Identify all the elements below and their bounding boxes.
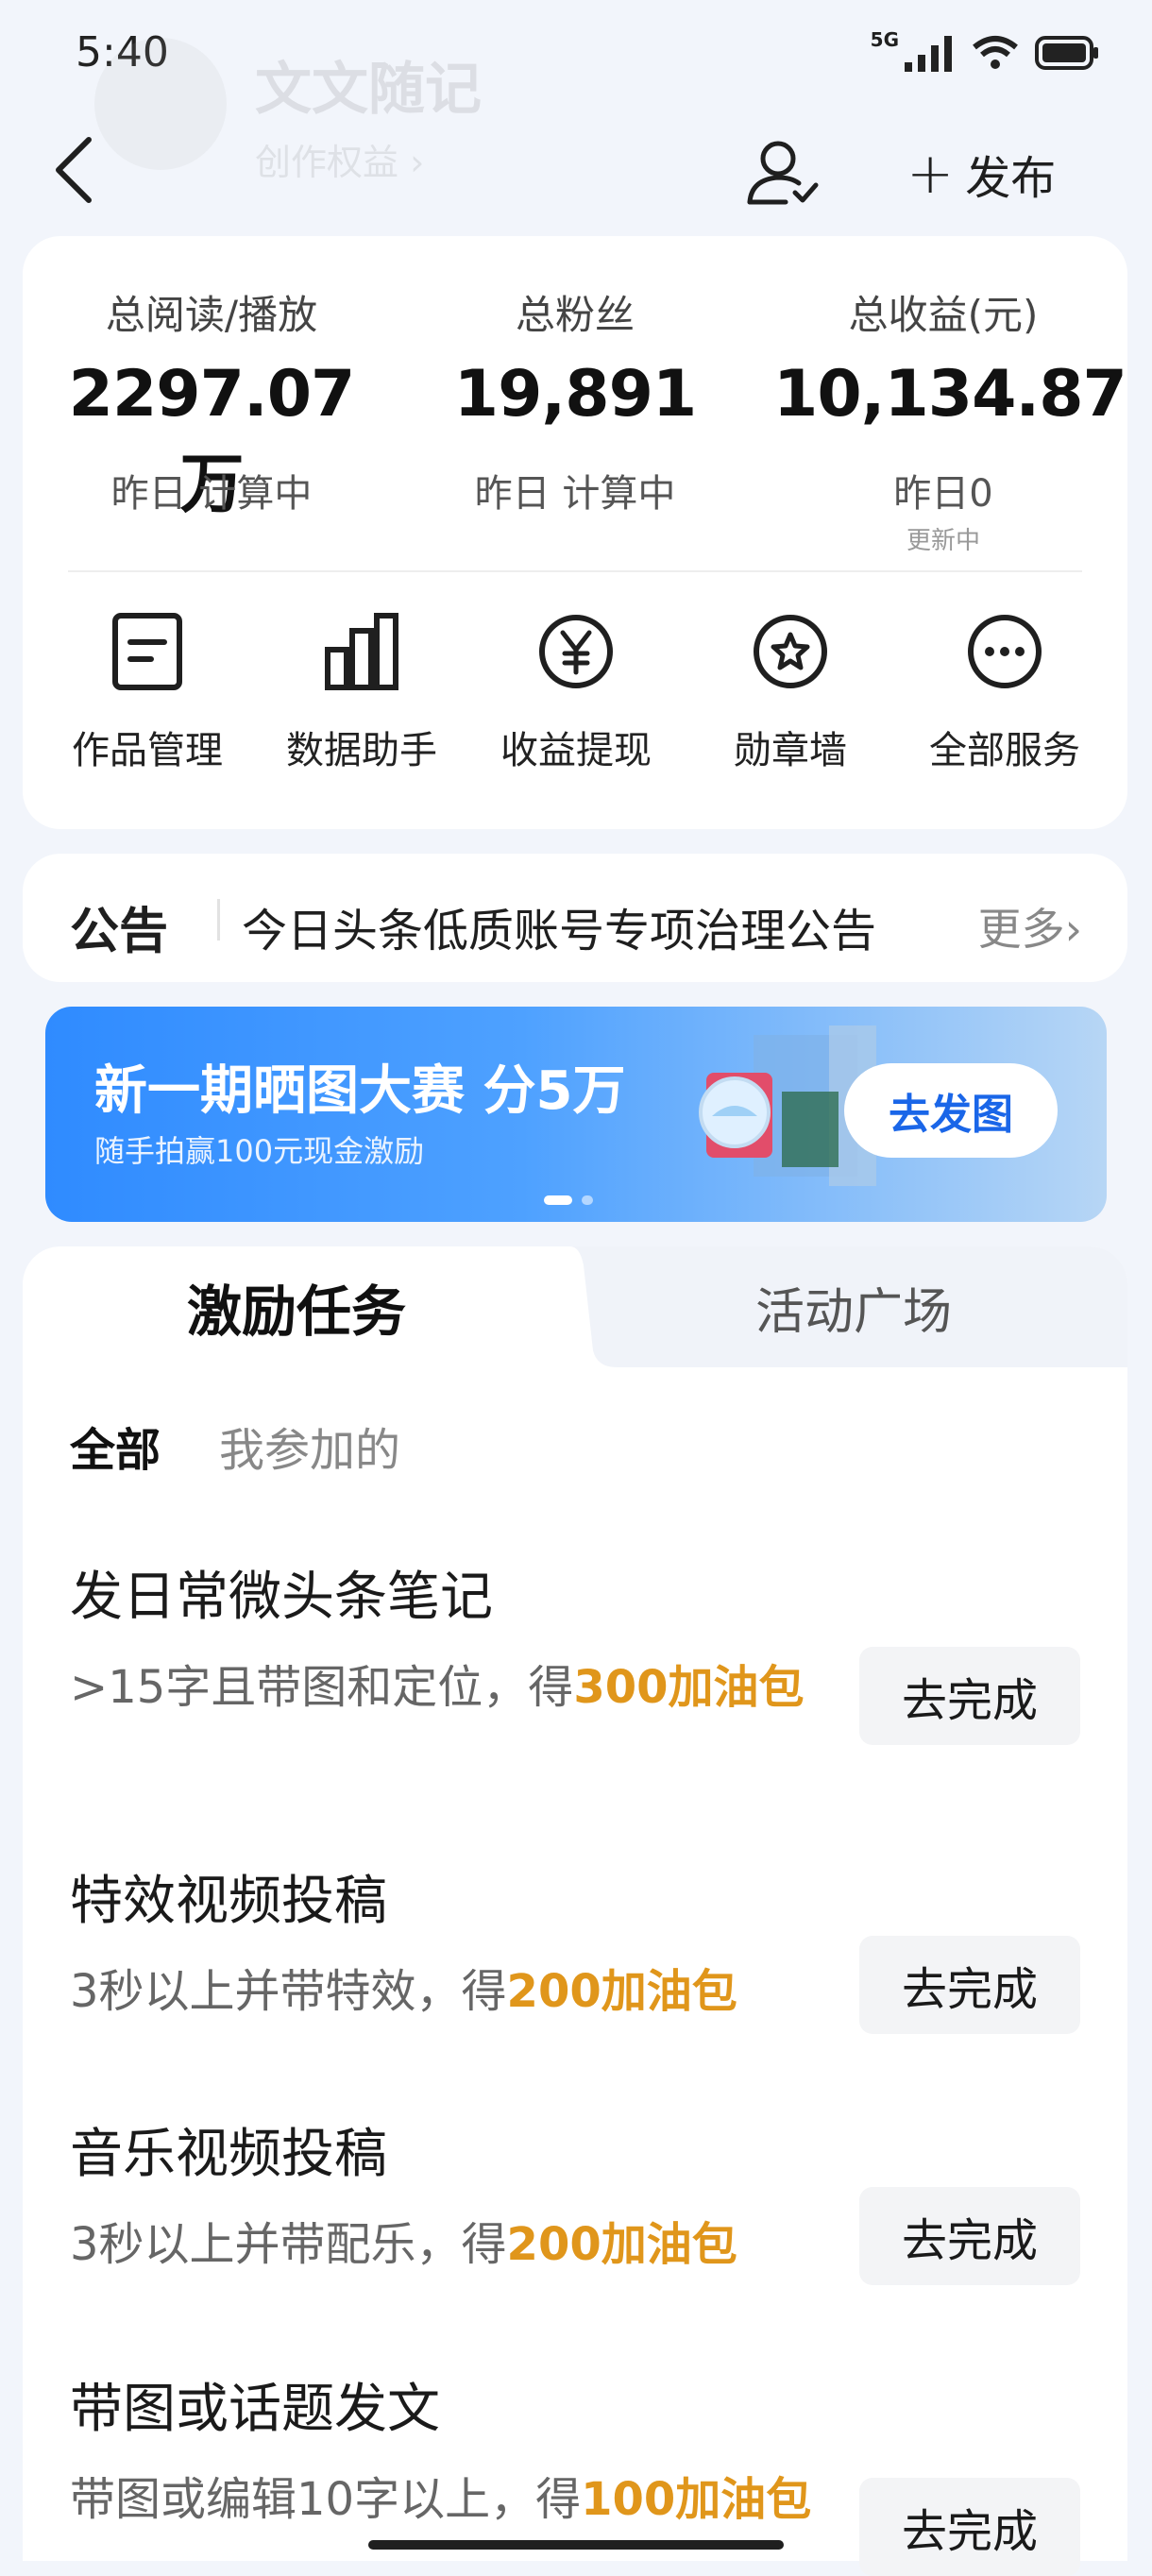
- stats-card: 总阅读/播放 2297.07万 昨日 计算中 总粉丝 19,891 昨日 计算中…: [23, 236, 1127, 829]
- service-label: 作品管理: [72, 729, 223, 772]
- service-label: 数据助手: [286, 729, 437, 772]
- plus-icon: +: [906, 141, 955, 207]
- wifi-icon: [973, 36, 1018, 69]
- banner-pagination: [544, 1195, 593, 1205]
- stat-sub: 昨日 计算中: [474, 472, 676, 516]
- profile-subtitle: 创作权益 ›: [255, 142, 425, 183]
- tab-incentive-tasks[interactable]: 激励任务: [23, 1246, 570, 1367]
- task-title: 发日常微头条笔记: [70, 1567, 493, 1628]
- task-complete-button[interactable]: 去完成: [859, 2478, 1080, 2576]
- bar-chart-icon: [325, 613, 398, 690]
- task-reward: 300加油包: [573, 1661, 805, 1714]
- publish-button[interactable]: + 发布: [906, 138, 1056, 210]
- network-label: 5G: [870, 28, 899, 51]
- task-filters: 全部 我参加的: [70, 1413, 400, 1479]
- notice-more-link[interactable]: 更多›: [978, 895, 1082, 958]
- service-label: 勋章墙: [734, 729, 847, 772]
- notice-bar[interactable]: 公告 今日头条低质账号专项治理公告 更多›: [23, 854, 1127, 982]
- profile-ghost: 文文随记 创作权益 ›: [94, 38, 482, 185]
- divider: [68, 570, 1082, 572]
- back-button[interactable]: [47, 132, 104, 208]
- publish-label: 发布: [965, 152, 1057, 205]
- task-complete-button[interactable]: 去完成: [859, 1647, 1080, 1745]
- banner-subtitle: 随手拍赢100元现金激励: [94, 1133, 425, 1169]
- filter-joined[interactable]: 我参加的: [219, 1413, 400, 1479]
- page-dot: [582, 1195, 593, 1205]
- task-title: 特效视频投稿: [70, 1871, 387, 1932]
- promo-banner[interactable]: 新一期晒图大赛 分5万 随手拍赢100元现金激励 去发图: [45, 1007, 1107, 1222]
- yen-icon: [539, 615, 613, 688]
- stat-label: 总阅读/播放: [105, 292, 318, 338]
- task-complete-button[interactable]: 去完成: [859, 1936, 1080, 2034]
- task-item: 音乐视频投稿 3秒以上并带配乐，得200加油包 去完成: [70, 2111, 1080, 2285]
- page-dot-active: [544, 1195, 572, 1205]
- services-row: 作品管理 数据助手 收益提现 勋章墙 全部服务: [23, 612, 1127, 801]
- stat-label: 总收益(元): [848, 292, 1039, 338]
- stat-sub: 昨日 计算中: [110, 472, 313, 516]
- profile-name: 文文随记: [255, 57, 482, 123]
- task-desc: 3秒以上并带配乐，得200加油包: [70, 2205, 844, 2284]
- task-title: 带图或话题发文: [70, 2379, 440, 2440]
- task-desc-text: >15字且带图和定位，得: [70, 1661, 574, 1714]
- service-data-assistant[interactable]: 数据助手: [267, 612, 456, 774]
- notice-more-label: 更多: [977, 904, 1065, 955]
- task-desc-text: 3秒以上并带配乐，得: [70, 2218, 507, 2271]
- task-reward: 200加油包: [506, 1965, 737, 2018]
- task-desc: >15字且带图和定位，得300加油包: [70, 1648, 844, 1727]
- chevron-right-icon: ›: [1064, 904, 1082, 955]
- task-desc-text: 3秒以上并带特效，得: [70, 1965, 507, 2018]
- stat-value: 10,134.87: [773, 357, 1127, 432]
- task-item: 带图或话题发文 带图或编辑10字以上，得100加油包 去完成: [70, 2366, 1080, 2576]
- battery-icon: [1035, 36, 1098, 70]
- tab-activity-plaza[interactable]: 活动广场: [580, 1246, 1127, 1367]
- task-reward: 200加油包: [506, 2218, 737, 2271]
- service-works-management[interactable]: 作品管理: [53, 612, 242, 774]
- signal-icon: [905, 36, 952, 72]
- banner-cta-button[interactable]: 去发图: [844, 1063, 1058, 1158]
- task-desc-text: 带图或编辑10字以上，得: [70, 2473, 582, 2526]
- service-badge-wall[interactable]: 勋章墙: [696, 612, 885, 774]
- tasks-panel: 激励任务 活动广场 全部 我参加的 发日常微头条笔记 >15字且带图和定位，得3…: [23, 1246, 1127, 2576]
- service-withdraw[interactable]: 收益提现: [482, 612, 670, 774]
- service-label: 收益提现: [500, 729, 652, 772]
- home-indicator[interactable]: [368, 2540, 784, 2550]
- filter-all[interactable]: 全部: [70, 1413, 161, 1479]
- badge-icon: [754, 615, 827, 688]
- task-reward: 100加油包: [581, 2473, 812, 2526]
- more-icon: [968, 615, 1042, 688]
- stat-sub: 昨日0: [893, 472, 993, 516]
- task-item: 发日常微头条笔记 >15字且带图和定位，得300加油包 去完成: [70, 1554, 1080, 1745]
- user-management-button[interactable]: [744, 138, 822, 210]
- task-complete-button[interactable]: 去完成: [859, 2187, 1080, 2285]
- task-desc: 3秒以上并带特效，得200加油包: [70, 1952, 844, 2031]
- stat-value: 19,891: [453, 357, 697, 432]
- notice-separator: [217, 899, 220, 941]
- task-item: 特效视频投稿 3秒以上并带特效，得200加油包 去完成: [70, 1858, 1080, 2034]
- user-check-icon: [747, 141, 819, 205]
- task-desc: 带图或编辑10字以上，得100加油包: [70, 2460, 844, 2539]
- task-title: 音乐视频投稿: [70, 2124, 387, 2185]
- service-all[interactable]: 全部服务: [910, 612, 1099, 774]
- document-icon: [112, 613, 182, 690]
- notice-text[interactable]: 今日头条低质账号专项治理公告: [242, 893, 959, 959]
- chevron-left-icon: [56, 137, 92, 203]
- stat-label: 总粉丝: [515, 292, 635, 338]
- service-label: 全部服务: [929, 729, 1080, 772]
- banner-title: 新一期晒图大赛 分5万: [94, 1060, 626, 1122]
- stat-updating: 更新中: [906, 527, 980, 555]
- avatar: [94, 38, 227, 170]
- status-icons: 5G: [871, 28, 1101, 77]
- notice-label: 公告: [70, 904, 169, 960]
